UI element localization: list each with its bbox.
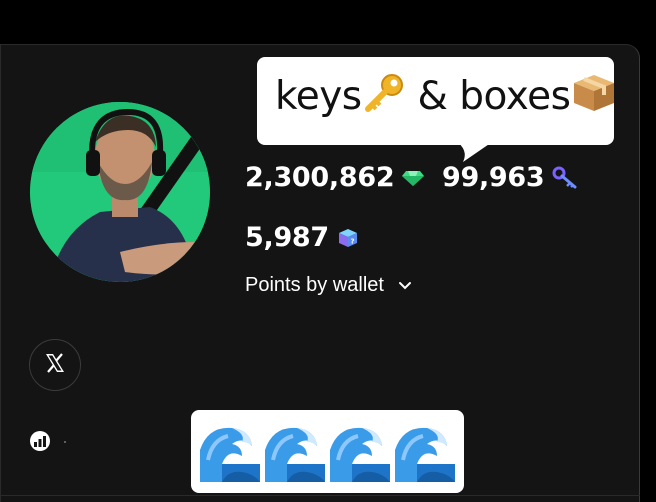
avatar-image — [30, 102, 210, 282]
water-wave-icon — [263, 420, 327, 484]
points-by-wallet-label: Points by wallet — [245, 274, 384, 296]
water-wave-icon — [198, 420, 262, 484]
callout-boxes-text: & boxes — [405, 74, 571, 119]
package-icon — [572, 71, 616, 123]
divider — [0, 495, 640, 496]
separator-dot — [64, 441, 66, 443]
gold-key-icon — [362, 73, 406, 123]
stats-chart-button[interactable] — [29, 430, 51, 456]
waves-emoji-box — [191, 410, 464, 493]
callout-tail — [455, 140, 495, 162]
x-profile-button[interactable] — [29, 339, 81, 391]
chart-icon — [29, 430, 51, 456]
water-wave-icon — [393, 420, 457, 484]
keys-and-boxes-callout: keys & boxes — [257, 57, 616, 145]
keys-stat: 99,963 — [442, 162, 578, 193]
callout-text: keys & boxes — [275, 71, 616, 123]
points-value: 2,300,862 — [245, 162, 395, 193]
green-gem-icon — [402, 169, 425, 187]
keys-value: 99,963 — [442, 162, 545, 193]
mystery-box-icon: ? — [337, 227, 359, 249]
points-by-wallet-toggle[interactable]: Points by wallet — [245, 274, 412, 297]
avatar[interactable] — [30, 102, 210, 282]
chevron-down-icon — [398, 281, 412, 291]
x-logo-icon — [44, 352, 66, 378]
page: keys & boxes 2,300,862 99,963 5,987 ? Po… — [0, 0, 656, 502]
svg-text:?: ? — [350, 237, 354, 245]
boxes-value: 5,987 — [245, 222, 329, 253]
callout-keys-text: keys — [275, 74, 362, 119]
boxes-stat: 5,987 ? — [245, 222, 359, 253]
water-wave-icon — [328, 420, 392, 484]
purple-key-icon — [552, 166, 578, 190]
points-stat: 2,300,862 — [245, 162, 425, 193]
